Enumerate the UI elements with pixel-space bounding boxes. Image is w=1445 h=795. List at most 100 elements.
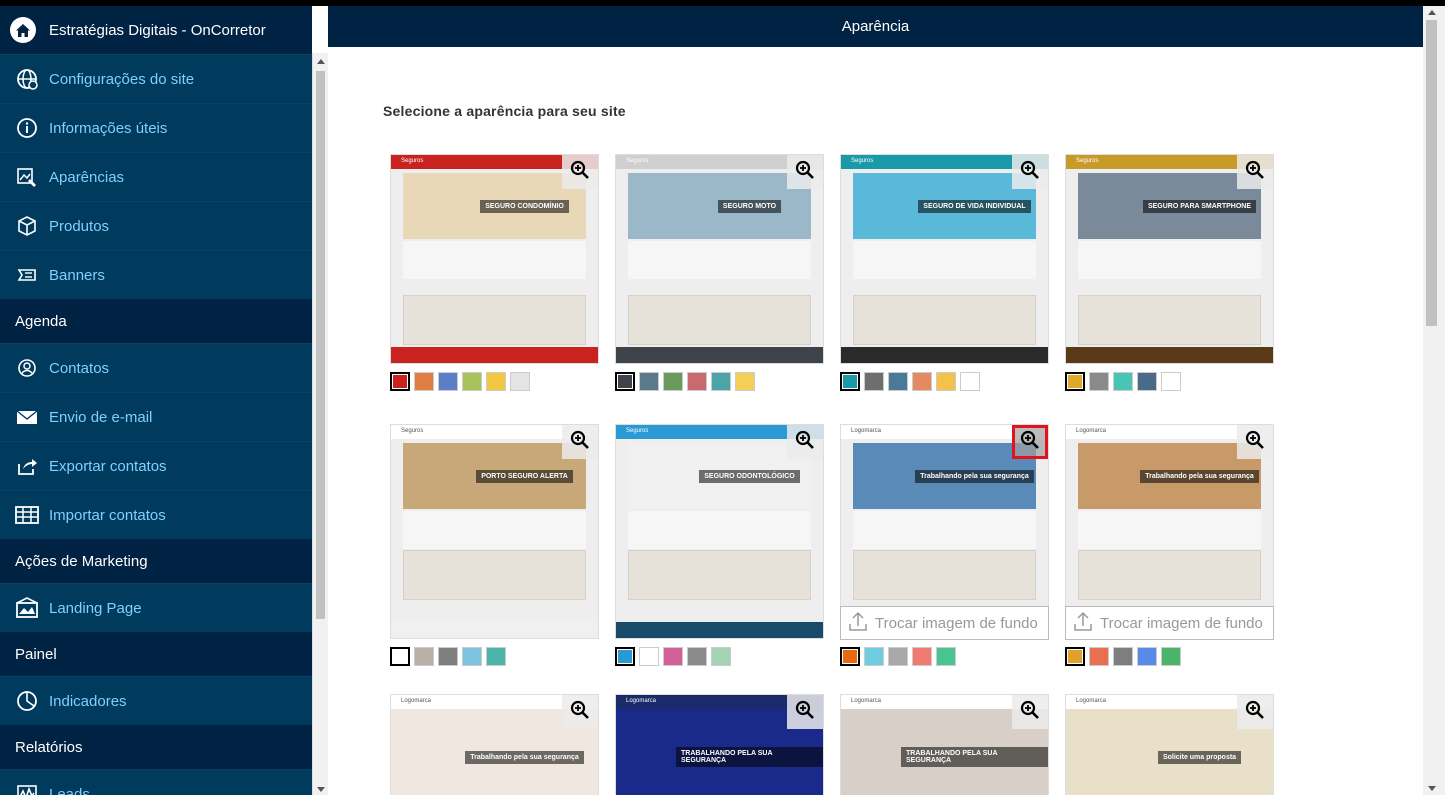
color-swatch[interactable] xyxy=(414,372,434,391)
sidebar-item-indicadores[interactable]: Indicadores xyxy=(0,676,312,725)
theme-preview-image[interactable]: Seguros SEGURO MOTO xyxy=(615,154,824,364)
color-swatch[interactable] xyxy=(1089,372,1109,391)
color-swatch[interactable] xyxy=(687,372,707,391)
color-swatch[interactable] xyxy=(438,372,458,391)
color-swatch[interactable] xyxy=(438,647,458,666)
color-swatch[interactable] xyxy=(615,372,635,391)
color-swatch[interactable] xyxy=(1161,372,1181,391)
home-icon[interactable] xyxy=(10,17,36,43)
color-swatch[interactable] xyxy=(615,647,635,666)
preview-brand: Logomarca xyxy=(626,698,657,704)
zoom-in-button[interactable] xyxy=(787,155,823,189)
sidebar-item-landing-page[interactable]: Landing Page xyxy=(0,583,312,632)
color-swatch[interactable] xyxy=(1089,647,1109,666)
color-swatch[interactable] xyxy=(462,647,482,666)
sidebar-item-leads[interactable]: Leads xyxy=(0,769,312,795)
sidebar-item-informacoes[interactable]: Informações úteis xyxy=(0,103,312,152)
zoom-in-button[interactable] xyxy=(1237,155,1273,189)
color-swatch[interactable] xyxy=(711,372,731,391)
sidebar-item-configuracoes[interactable]: Configurações do site xyxy=(0,54,312,103)
theme-preview-image[interactable]: Seguros SEGURO DE VIDA INDIVIDUAL xyxy=(840,154,1049,364)
color-swatch[interactable] xyxy=(639,372,659,391)
zoom-in-button[interactable] xyxy=(1237,425,1273,459)
section-relatorios: Relatórios xyxy=(0,725,312,769)
color-swatch[interactable] xyxy=(936,647,956,666)
color-swatch[interactable] xyxy=(663,372,683,391)
theme-preview-image[interactable]: Seguros SEGURO CONDOMÍNIO xyxy=(390,154,599,364)
color-swatch[interactable] xyxy=(663,647,683,666)
color-swatch[interactable] xyxy=(936,372,956,391)
color-swatch[interactable] xyxy=(639,647,659,666)
theme-preview-image[interactable]: Logomarca Trabalhando pela sua segurança xyxy=(390,694,599,795)
theme-preview-image[interactable]: Seguros SEGURO PARA SMARTPHONE xyxy=(1065,154,1274,364)
preview-banner-text: TRABALHANDO PELA SUA SEGURANÇA xyxy=(676,747,823,767)
theme-preview-image[interactable]: Logomarca Solicite uma proposta xyxy=(1065,694,1274,795)
preview-brand: Logomarca xyxy=(401,698,432,704)
color-swatch[interactable] xyxy=(414,647,434,666)
sidebar-item-envio-email[interactable]: Envio de e-mail xyxy=(0,392,312,441)
color-swatch[interactable] xyxy=(486,647,506,666)
zoom-in-button[interactable] xyxy=(1237,695,1273,729)
color-swatch[interactable] xyxy=(510,372,530,391)
theme-preview-image[interactable]: Seguros PORTO SEGURO ALERTA xyxy=(390,424,599,639)
color-swatch[interactable] xyxy=(864,647,884,666)
app-brand[interactable]: Estratégias Digitais - OnCorretor xyxy=(0,6,312,54)
zoom-in-icon xyxy=(1020,160,1040,185)
color-swatch[interactable] xyxy=(1137,372,1157,391)
color-swatch[interactable] xyxy=(840,647,860,666)
sidebar-item-banners[interactable]: Banners xyxy=(0,250,312,299)
zoom-in-button[interactable] xyxy=(562,695,598,729)
zoom-in-button[interactable] xyxy=(1012,695,1048,729)
color-swatch[interactable] xyxy=(912,647,932,666)
zoom-in-button[interactable] xyxy=(787,695,823,729)
scroll-down-arrow-icon[interactable] xyxy=(317,787,325,792)
zoom-in-icon xyxy=(1245,160,1265,185)
sidebar-item-exportar[interactable]: Exportar contatos xyxy=(0,441,312,490)
sidebar-item-produtos[interactable]: Produtos xyxy=(0,201,312,250)
preview-map xyxy=(1078,550,1261,600)
preview-banner-text: SEGURO ODONTOLÓGICO xyxy=(699,469,800,483)
change-background-button[interactable]: Trocar imagem de fundo xyxy=(1065,606,1274,640)
scroll-down-arrow-icon[interactable] xyxy=(1428,786,1436,791)
color-swatch[interactable] xyxy=(888,372,908,391)
theme-preview-image[interactable]: Logomarca TRABALHANDO PELA SUA SEGURANÇA xyxy=(840,694,1049,795)
zoom-in-icon xyxy=(570,430,590,455)
theme-preview-image[interactable]: Logomarca TRABALHANDO PELA SUA SEGURANÇA xyxy=(615,694,824,795)
color-swatch[interactable] xyxy=(390,372,410,391)
color-swatch[interactable] xyxy=(1161,647,1181,666)
sidebar: Estratégias Digitais - OnCorretor Config… xyxy=(0,6,312,795)
color-swatch[interactable] xyxy=(711,647,731,666)
scroll-up-arrow-icon[interactable] xyxy=(317,59,325,64)
color-swatch[interactable] xyxy=(1113,647,1133,666)
color-swatch[interactable] xyxy=(864,372,884,391)
color-swatch[interactable] xyxy=(390,647,410,666)
zoom-in-button[interactable] xyxy=(1012,155,1048,189)
banner-icon xyxy=(15,263,39,287)
zoom-in-button[interactable] xyxy=(787,425,823,459)
color-swatch[interactable] xyxy=(960,372,980,391)
zoom-in-button[interactable] xyxy=(562,155,598,189)
color-swatch[interactable] xyxy=(462,372,482,391)
color-swatch[interactable] xyxy=(840,372,860,391)
color-swatch[interactable] xyxy=(687,647,707,666)
color-swatch[interactable] xyxy=(1065,647,1085,666)
color-swatch[interactable] xyxy=(1113,372,1133,391)
sidebar-item-importar[interactable]: Importar contatos xyxy=(0,490,312,539)
sidebar-scrollbar[interactable] xyxy=(312,53,328,795)
color-swatch[interactable] xyxy=(1137,647,1157,666)
zoom-in-button[interactable] xyxy=(562,425,598,459)
color-swatch[interactable] xyxy=(888,647,908,666)
color-swatch[interactable] xyxy=(912,372,932,391)
zoom-in-button[interactable] xyxy=(1012,425,1048,459)
change-background-button[interactable]: Trocar imagem de fundo xyxy=(840,606,1049,640)
main-scroll-thumb[interactable] xyxy=(1426,20,1437,326)
sidebar-item-contatos[interactable]: Contatos xyxy=(0,343,312,392)
color-swatch[interactable] xyxy=(735,372,755,391)
scroll-up-arrow-icon[interactable] xyxy=(1428,10,1436,15)
main-scrollbar[interactable] xyxy=(1423,6,1445,795)
color-swatch[interactable] xyxy=(486,372,506,391)
theme-preview-image[interactable]: Seguros SEGURO ODONTOLÓGICO xyxy=(615,424,824,639)
sidebar-scroll-thumb[interactable] xyxy=(316,71,325,619)
sidebar-item-aparencias[interactable]: Aparências xyxy=(0,152,312,201)
color-swatch[interactable] xyxy=(1065,372,1085,391)
